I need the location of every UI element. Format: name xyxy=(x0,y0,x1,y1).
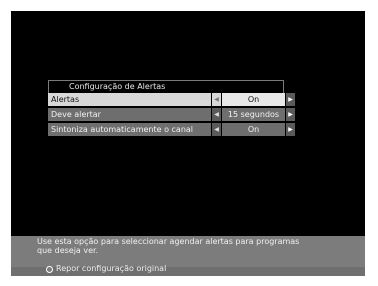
arrow-left-icon[interactable]: ◀ xyxy=(212,108,221,121)
row-alertas[interactable]: Alertas ◀ On ▶ xyxy=(48,93,295,106)
row-label: Sintoniza automaticamente o canal xyxy=(48,123,211,136)
row-deve-alertar[interactable]: Deve alertar ◀ 15 segundos ▶ xyxy=(48,108,295,121)
help-text-line-1: Use esta opção para seleccionar agendar … xyxy=(37,237,300,246)
arrow-right-icon[interactable]: ▶ xyxy=(286,108,295,121)
reset-defaults-option[interactable]: Repor configuração original xyxy=(56,264,166,273)
tv-screen: Configuração de Alertas Alertas ◀ On ▶ D… xyxy=(11,11,365,276)
alert-settings-panel: Configuração de Alertas Alertas ◀ On ▶ D… xyxy=(48,80,295,143)
arrow-right-icon[interactable]: ▶ xyxy=(286,123,295,136)
panel-title: Configuração de Alertas xyxy=(48,80,284,93)
arrow-left-icon[interactable]: ◀ xyxy=(212,93,221,106)
row-sintoniza[interactable]: Sintoniza automaticamente o canal ◀ On ▶ xyxy=(48,123,295,136)
row-value[interactable]: On xyxy=(222,93,285,106)
radio-icon[interactable] xyxy=(46,266,53,273)
row-value[interactable]: 15 segundos xyxy=(222,108,285,121)
arrow-right-icon[interactable]: ▶ xyxy=(286,93,295,106)
row-label: Deve alertar xyxy=(48,108,211,121)
row-label: Alertas xyxy=(48,93,211,106)
arrow-left-icon[interactable]: ◀ xyxy=(212,123,221,136)
help-text-line-2: que deseja ver. xyxy=(37,246,99,255)
row-value[interactable]: On xyxy=(222,123,285,136)
